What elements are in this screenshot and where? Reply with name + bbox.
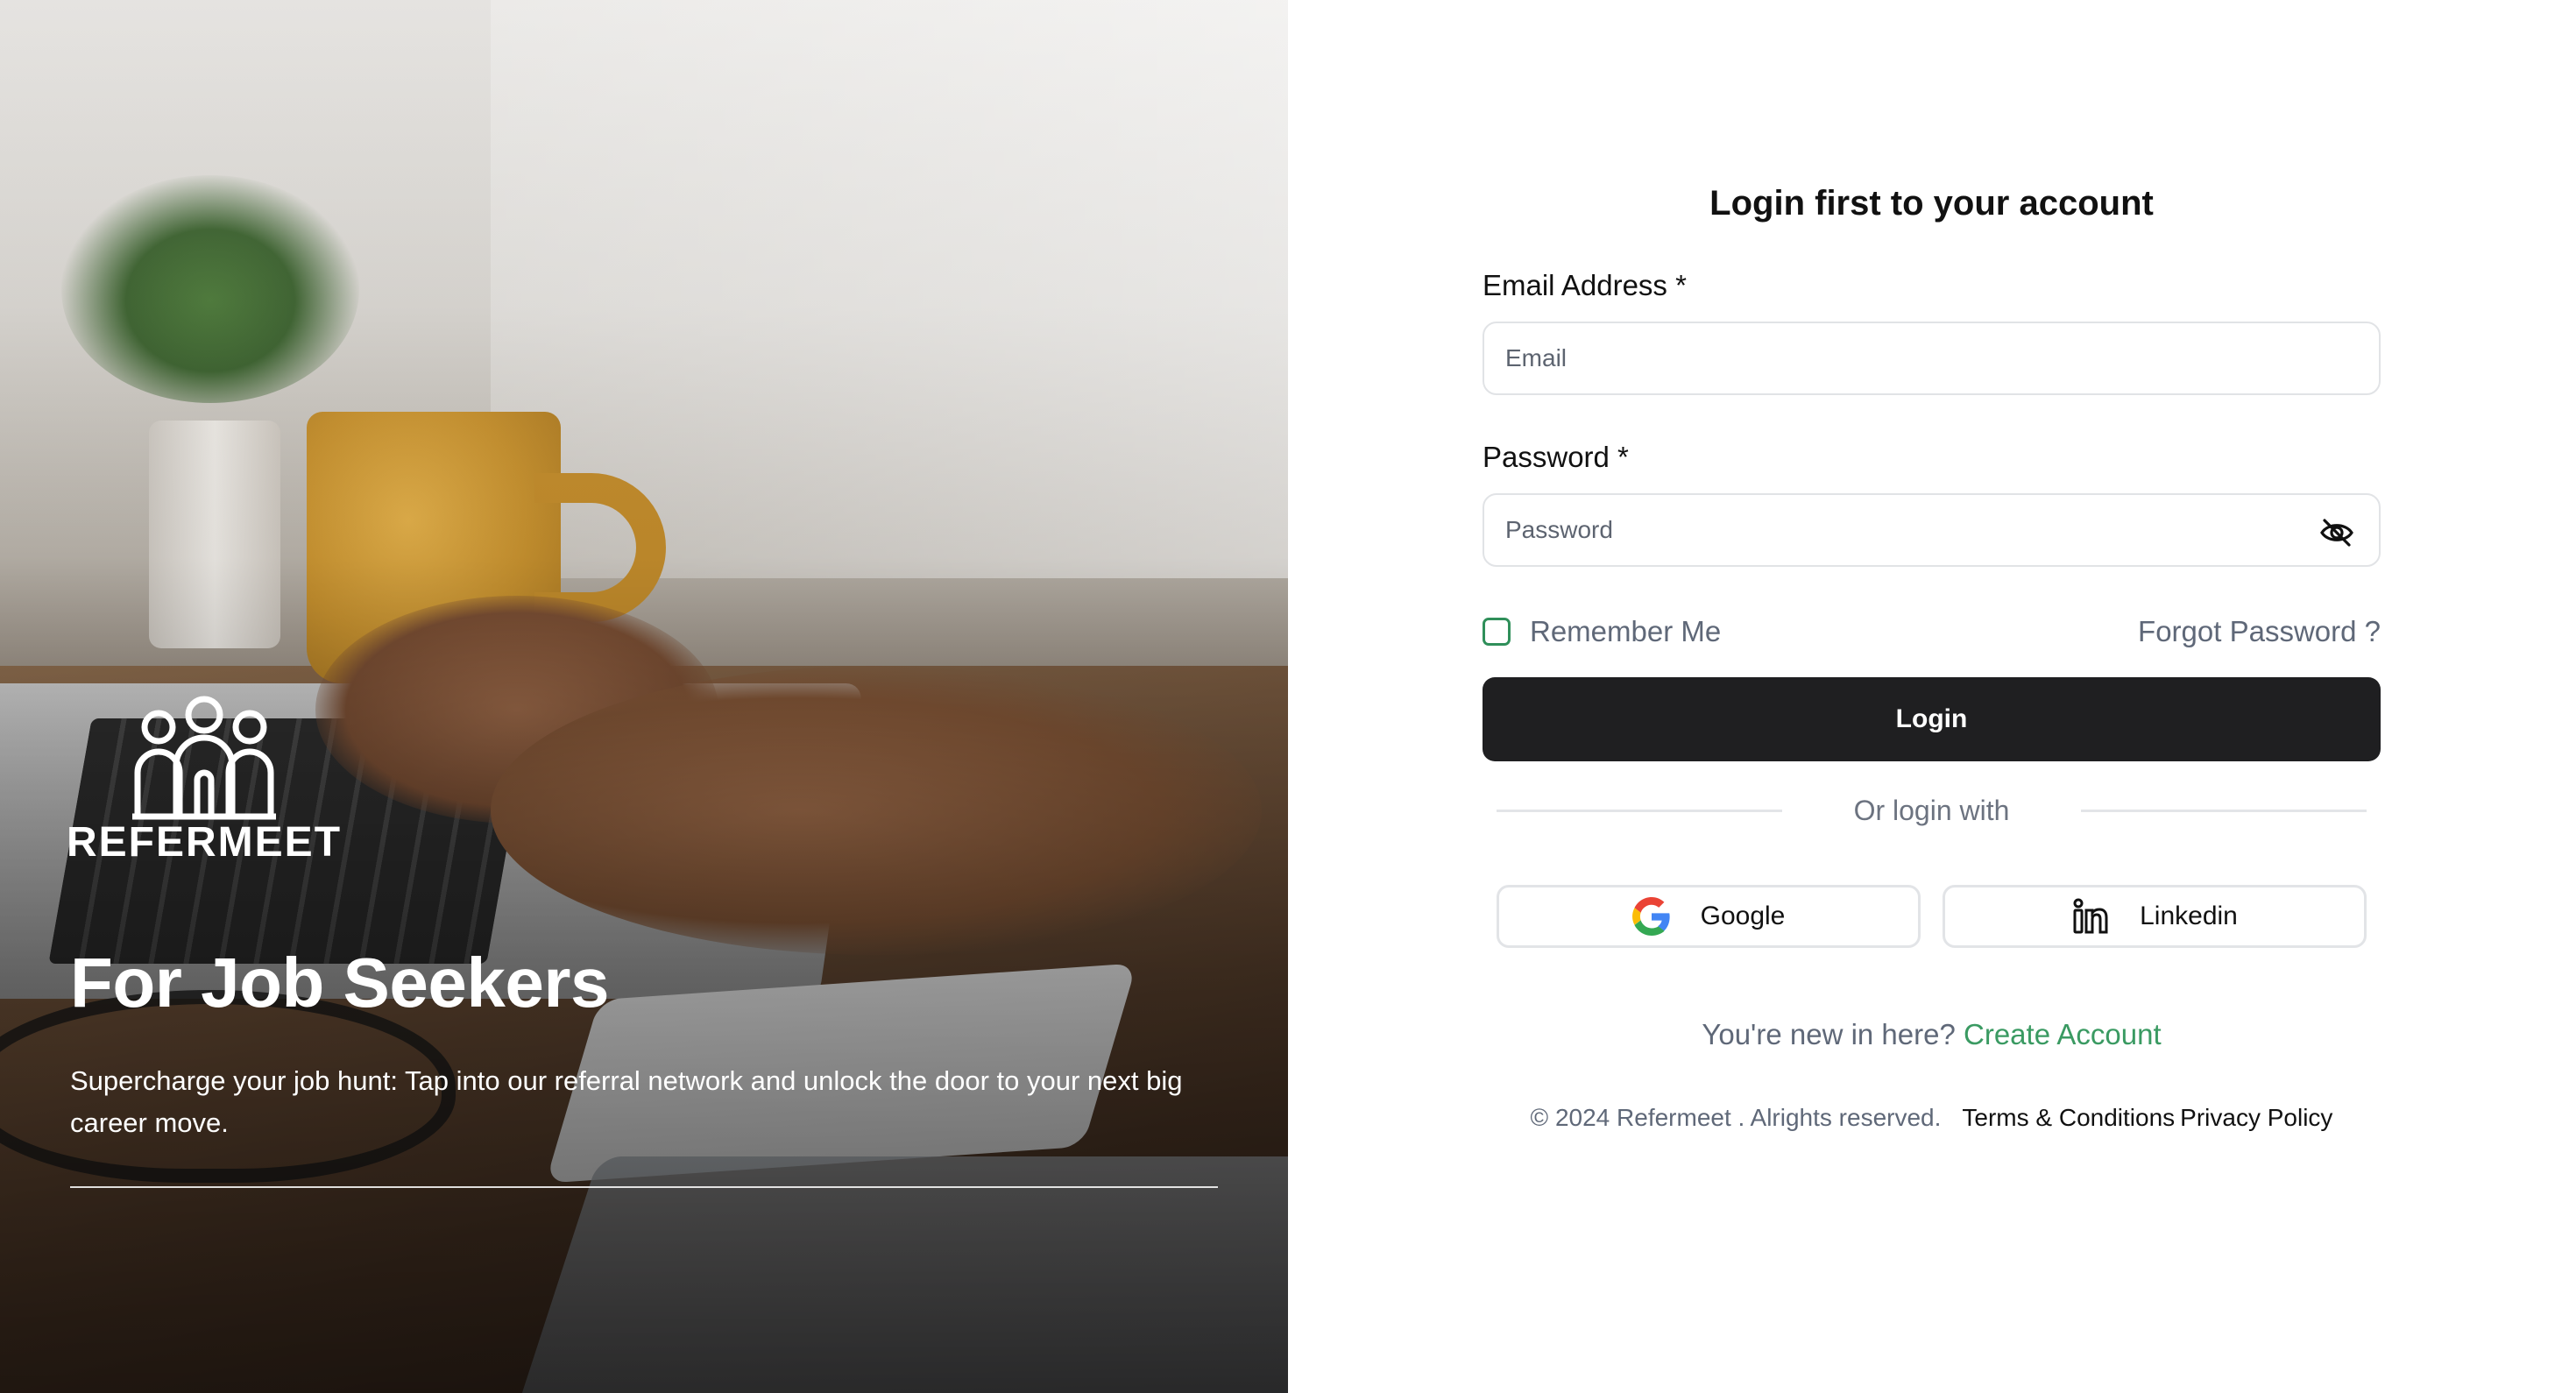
linkedin-login-button[interactable]: Linkedin [1943, 885, 2367, 948]
hero-description: Supercharge your job hunt: Tap into our … [70, 1065, 1183, 1138]
hero-title: For Job Seekers [70, 944, 610, 1022]
footer: © 2024 Refermeet . Alrights reserved. Te… [1483, 1104, 2381, 1132]
linkedin-label: Linkedin [2140, 902, 2238, 930]
google-label: Google [1700, 902, 1786, 930]
google-icon [1631, 897, 1670, 936]
login-page: REFERMEET For Job Seekers Supercharge yo… [0, 0, 2576, 1393]
forgot-password-link[interactable]: Forgot Password ? [2138, 615, 2381, 648]
copyright-text: © 2024 Refermeet . Alrights reserved. [1530, 1104, 1942, 1131]
terms-link[interactable]: Terms & Conditions [1962, 1104, 2175, 1132]
signup-prompt: You're new in here? Create Account [1483, 1018, 2381, 1051]
remember-me-toggle[interactable]: Remember Me [1483, 615, 1721, 648]
login-panel: Login first to your account Email Addres… [1288, 0, 2576, 1393]
email-label: Email Address * [1483, 269, 1687, 301]
linkedin-icon [2073, 898, 2108, 934]
social-divider: Or login with [1483, 795, 2381, 827]
brand-logo: REFERMEET [67, 692, 340, 866]
password-label: Password * [1483, 441, 1629, 473]
social-login-row: Google Linkedin [1483, 885, 2381, 948]
email-input[interactable] [1484, 323, 2379, 393]
remember-me-checkbox[interactable] [1483, 618, 1511, 646]
hero-divider [70, 1186, 1218, 1188]
password-input[interactable] [1484, 495, 2379, 565]
divider-line-right [2081, 810, 2367, 812]
login-form: Login first to your account Email Addres… [1483, 184, 2381, 1132]
form-title: Login first to your account [1709, 184, 2154, 223]
google-login-button[interactable]: Google [1497, 885, 1921, 948]
hero-panel: REFERMEET For Job Seekers Supercharge yo… [0, 0, 1288, 1393]
privacy-link[interactable]: Privacy Policy [2180, 1104, 2332, 1132]
login-button[interactable]: Login [1483, 677, 2381, 761]
people-group-icon [132, 696, 276, 820]
divider-line-left [1497, 810, 1782, 812]
remember-me-label: Remember Me [1530, 615, 1722, 647]
email-field-wrapper [1483, 322, 2381, 395]
brand-name: REFERMEET [67, 819, 343, 866]
eye-off-icon[interactable] [2319, 518, 2354, 548]
create-account-link[interactable]: Create Account [1964, 1018, 2162, 1050]
footer-links: Terms & Conditions Privacy Policy [1962, 1104, 2332, 1132]
divider-text: Or login with [1853, 795, 2010, 826]
signup-prompt-text: You're new in here? [1702, 1018, 1956, 1050]
password-field-wrapper [1483, 493, 2381, 567]
remember-row: Remember Me Forgot Password ? [1483, 612, 2381, 651]
